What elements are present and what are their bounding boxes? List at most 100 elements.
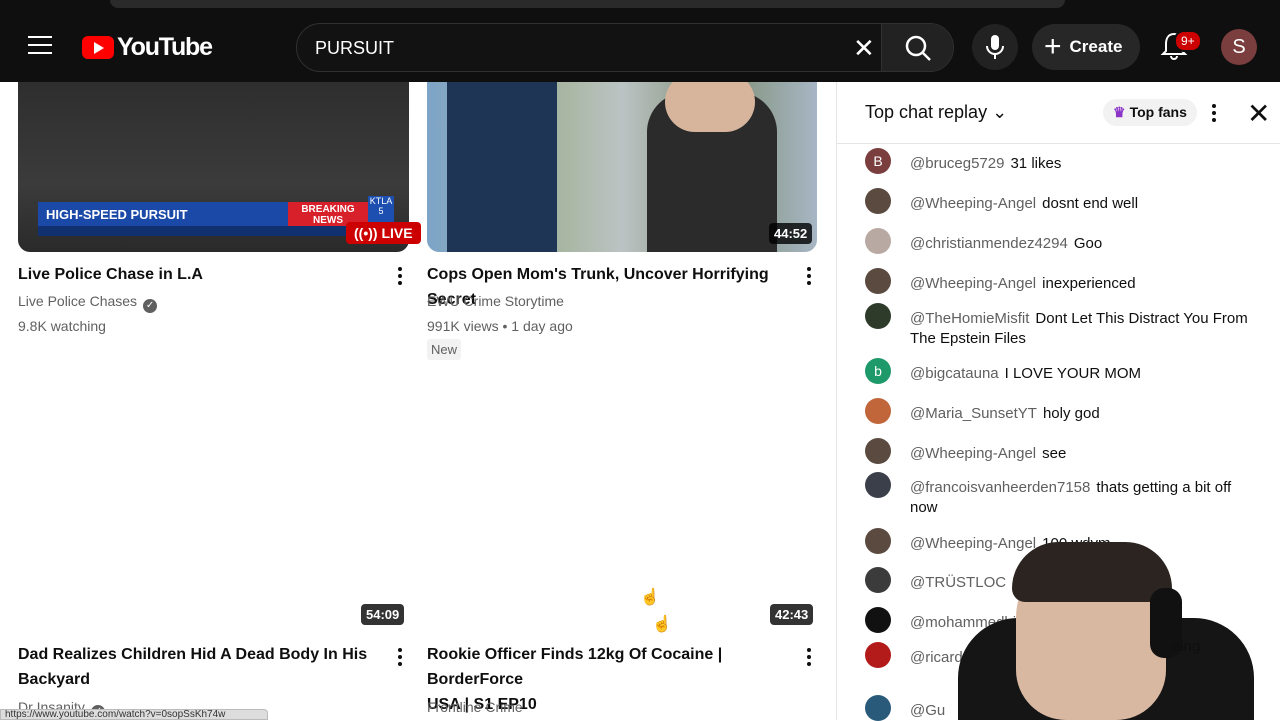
logo-text: YouTube bbox=[117, 33, 213, 61]
search-button[interactable] bbox=[881, 24, 953, 71]
video-title-line: Dad Realizes Children Hid A Dead Body In… bbox=[18, 646, 368, 663]
video-thumbnail-2[interactable] bbox=[427, 82, 817, 252]
chat-text: inexperienced bbox=[1042, 275, 1136, 292]
create-label: Create bbox=[1069, 37, 1123, 56]
chat-author[interactable]: @Wheeping-Angel bbox=[910, 445, 1036, 462]
chat-avatar[interactable]: B bbox=[865, 148, 891, 174]
chat-avatar[interactable] bbox=[865, 528, 891, 554]
video-menu-icon[interactable] bbox=[397, 648, 403, 668]
chat-author[interactable]: @bruceg5729 bbox=[910, 155, 1004, 172]
video-duration: 44:52 bbox=[769, 223, 813, 244]
chat-text: holy god bbox=[1042, 405, 1100, 422]
chat-author[interactable]: @francoisvanheerden7158 bbox=[910, 479, 1090, 496]
create-button[interactable]: + Create bbox=[1032, 24, 1140, 70]
chat-message-body: @Wheeping-Angel dosnt end well bbox=[910, 194, 1255, 214]
youtube-logo[interactable]: YouTube bbox=[82, 33, 213, 62]
chat-author[interactable]: @Gu bbox=[910, 702, 945, 719]
chat-fragment: oing bbox=[1172, 638, 1201, 655]
chat-message-body: @christianmendez4294 Goo bbox=[910, 234, 1255, 254]
chat-avatar[interactable] bbox=[865, 398, 891, 424]
chat-avatar[interactable] bbox=[865, 642, 891, 668]
video-title[interactable]: Dad Realizes Children Hid A Dead Body In… bbox=[18, 642, 388, 692]
chat-message-body: @TheHomieMisfit Dont Let This Distract Yo… bbox=[910, 309, 1255, 349]
video-menu-icon[interactable] bbox=[806, 267, 812, 287]
chat-message-body: @bigcatauna I LOVE YOUR MOM bbox=[910, 364, 1255, 384]
youtube-play-icon bbox=[82, 36, 114, 59]
chat-author[interactable]: @Wheeping-Angel bbox=[910, 275, 1036, 292]
streamer-webcam bbox=[958, 542, 1254, 720]
live-icon: ((•)) bbox=[354, 225, 382, 241]
chat-avatar[interactable] bbox=[865, 695, 891, 721]
chat-message: b @bigcatauna I LOVE YOUR MOM bbox=[865, 358, 1255, 384]
video-title[interactable]: Live Police Chase in L.A bbox=[18, 262, 378, 287]
voice-search-button[interactable] bbox=[972, 24, 1018, 70]
chat-text: 31 likes bbox=[1010, 155, 1062, 172]
video-menu-icon[interactable] bbox=[806, 648, 812, 668]
link-status-bar: https://www.youtube.com/watch?v=0sopSsKh… bbox=[0, 709, 268, 720]
chat-message: @Wheeping-Angel dosnt end well bbox=[865, 188, 1255, 214]
chat-author[interactable]: @bigcatauna bbox=[910, 365, 999, 382]
chat-avatar[interactable] bbox=[865, 303, 891, 329]
thumb-station-logo: KTLA 5 bbox=[368, 196, 394, 224]
chat-author[interactable]: @Wheeping-Angel bbox=[910, 195, 1036, 212]
video-title-line: Backyard bbox=[18, 671, 91, 688]
video-menu-icon[interactable] bbox=[397, 267, 403, 287]
account-avatar[interactable]: S bbox=[1221, 29, 1257, 65]
thumb-officer bbox=[447, 82, 557, 252]
chat-avatar[interactable] bbox=[865, 228, 891, 254]
chevron-down-icon: ⌄ bbox=[992, 102, 1008, 122]
hand-cursor-icon: ☝ bbox=[652, 616, 672, 633]
thumb-woman bbox=[647, 82, 777, 252]
thumb-ticker bbox=[38, 226, 368, 236]
menu-icon[interactable] bbox=[28, 36, 52, 56]
chat-message-body: @francoisvanheerden7158 thats getting a b… bbox=[910, 478, 1255, 518]
top-bar: YouTube ✕ + Create 9+ S bbox=[0, 0, 1280, 82]
webcam-hair bbox=[1012, 542, 1172, 602]
video-meta: 9.8K watching bbox=[18, 318, 106, 334]
chat-avatar[interactable] bbox=[865, 188, 891, 214]
chat-mode-dropdown[interactable]: Top chat replay ⌄ bbox=[865, 102, 1007, 123]
plus-icon: + bbox=[1044, 30, 1062, 63]
chat-message: @TheHomieMisfit Dont Let This Distract Yo… bbox=[865, 303, 1255, 349]
chat-avatar[interactable] bbox=[865, 268, 891, 294]
chat-text: dosnt end well bbox=[1042, 195, 1139, 212]
chat-avatar[interactable] bbox=[865, 472, 891, 498]
video-title-line: Rookie Officer Finds 12kg Of Cocaine | B… bbox=[427, 646, 723, 688]
search-box[interactable]: ✕ bbox=[296, 23, 954, 72]
channel-name[interactable]: Live Police Chases ✓ bbox=[18, 293, 158, 313]
chat-text: see bbox=[1042, 445, 1067, 462]
close-chat-icon[interactable]: ✕ bbox=[1247, 97, 1270, 130]
video-duration: 42:43 bbox=[770, 604, 814, 625]
browser-strip bbox=[110, 0, 1065, 8]
channel-name[interactable]: EWU Crime Storytime bbox=[427, 293, 564, 309]
chat-author[interactable]: @christianmendez4294 bbox=[910, 235, 1068, 252]
microphone-icon bbox=[986, 35, 1004, 59]
chat-avatar[interactable] bbox=[865, 438, 891, 464]
top-fans-button[interactable]: ♛ Top fans bbox=[1103, 99, 1197, 126]
chat-message-body: @Wheeping-Angel see bbox=[910, 444, 1255, 464]
chat-menu-icon[interactable] bbox=[1211, 104, 1217, 124]
chat-message-body: @bruceg5729 31 likes bbox=[910, 154, 1255, 174]
chat-avatar[interactable] bbox=[865, 607, 891, 633]
clear-search-icon[interactable]: ✕ bbox=[853, 35, 875, 61]
chat-message: @Maria_SunsetYT holy god bbox=[865, 398, 1255, 424]
chat-message: @Wheeping-Angel inexperienced bbox=[865, 268, 1255, 294]
search-input[interactable] bbox=[315, 34, 835, 62]
chat-avatar[interactable] bbox=[865, 567, 891, 593]
chat-message: B @bruceg5729 31 likes bbox=[865, 148, 1255, 174]
channel-name[interactable]: Frontline Crime bbox=[427, 699, 523, 715]
chat-text: I LOVE YOUR MOM bbox=[1004, 365, 1142, 382]
chat-message-body: @Maria_SunsetYT holy god bbox=[910, 404, 1255, 424]
chat-author[interactable]: @Maria_SunsetYT bbox=[910, 405, 1037, 422]
chat-message: @francoisvanheerden7158 thats getting a b… bbox=[865, 472, 1255, 518]
chat-author[interactable]: @TheHomieMisfit bbox=[910, 310, 1029, 327]
chat-text: Goo bbox=[1073, 235, 1103, 252]
new-badge: New bbox=[427, 339, 462, 360]
notification-badge: 9+ bbox=[1174, 30, 1202, 52]
video-meta: 991K views • 1 day ago bbox=[427, 318, 573, 334]
chat-message: @Wheeping-Angel see bbox=[865, 438, 1255, 464]
crown-icon: ♛ bbox=[1113, 104, 1126, 120]
chat-message-body: @Wheeping-Angel inexperienced bbox=[910, 274, 1255, 294]
chat-message: @christianmendez4294 Goo bbox=[865, 228, 1255, 254]
chat-avatar[interactable]: b bbox=[865, 358, 891, 384]
